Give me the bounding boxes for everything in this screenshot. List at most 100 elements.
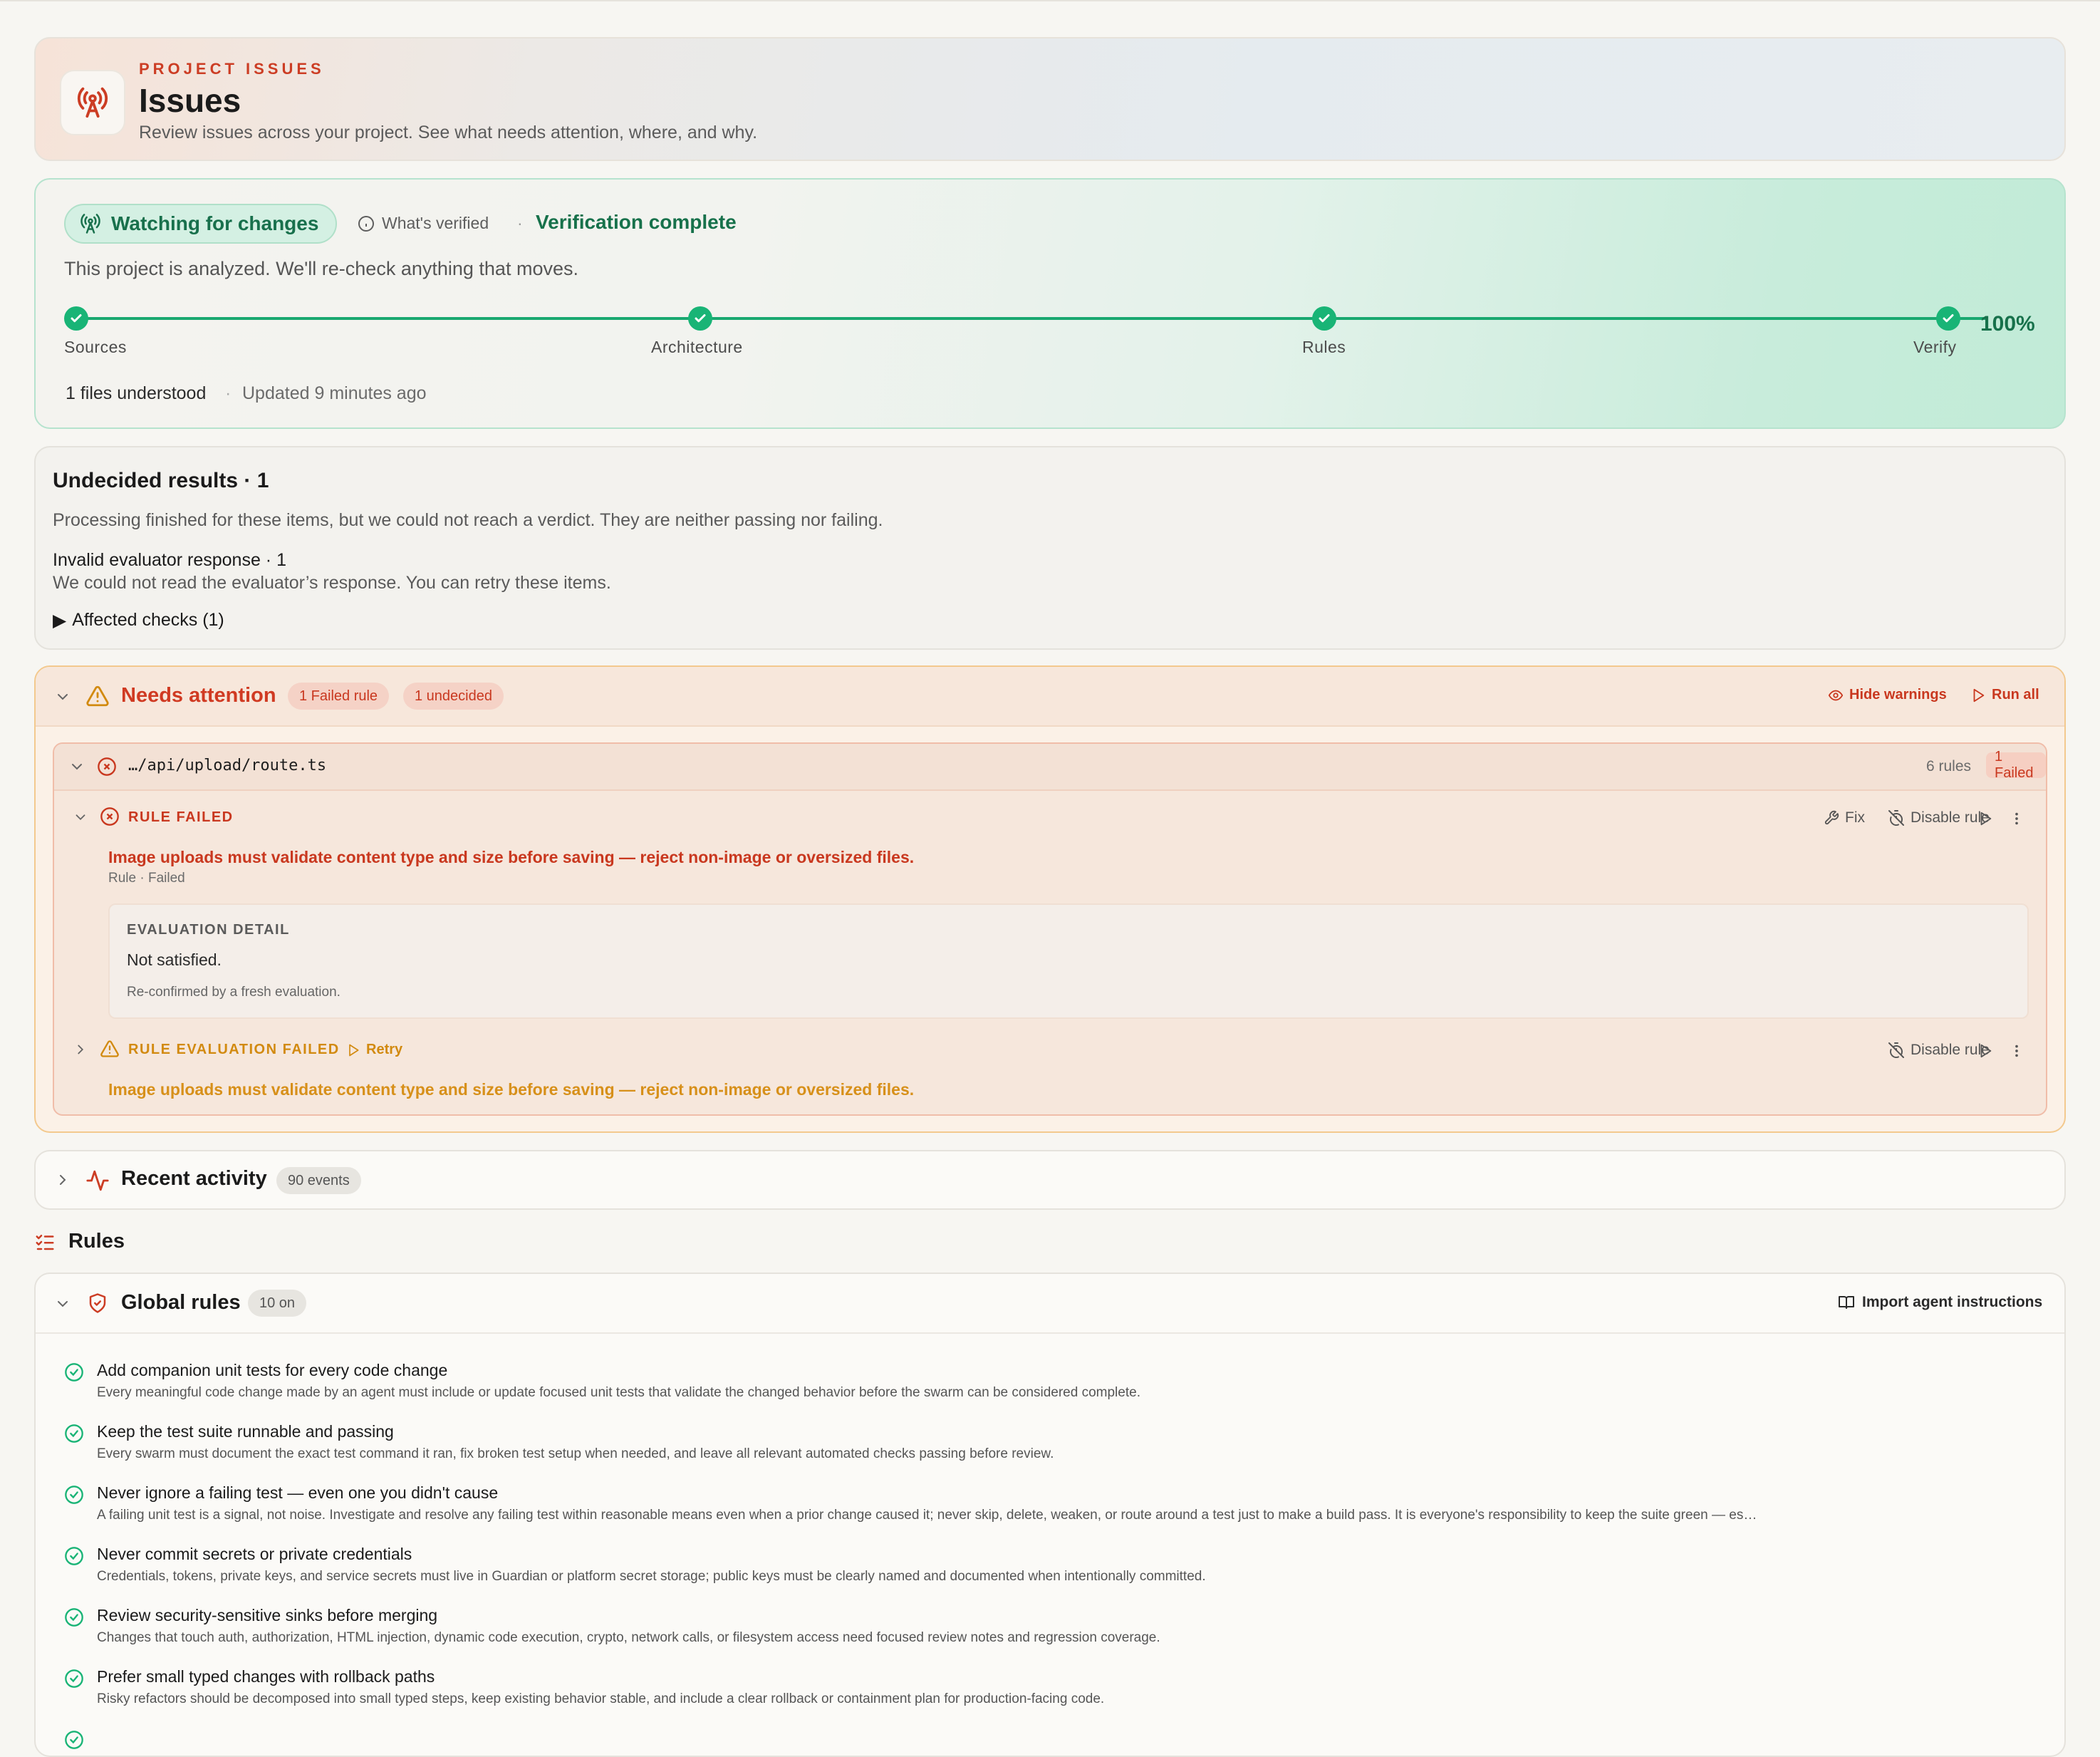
check-circle-icon <box>65 1486 83 1504</box>
triangle-right-icon: ▶ <box>53 611 67 631</box>
file-issue-header[interactable]: …/api/upload/route.ts 6 rules 1 Failed <box>54 744 2046 791</box>
page-subtitle: Review issues across your project. See w… <box>139 123 758 142</box>
evaluation-detail-box: EVALUATION DETAIL Not satisfied. Re-conf… <box>108 903 2029 1019</box>
rule-description: Risky refactors should be decomposed int… <box>97 1691 1105 1706</box>
step-check-icon <box>688 306 712 331</box>
wrench-icon <box>1824 810 1839 825</box>
affected-checks-label: Affected checks (1) <box>72 610 224 630</box>
check-circle-icon <box>65 1363 83 1382</box>
rule-description: Credentials, tokens, private keys, and s… <box>97 1569 1206 1584</box>
x-circle-icon <box>100 807 119 826</box>
rule-description: Every meaningful code change made by an … <box>97 1385 1140 1400</box>
book-open-icon <box>1839 1296 1854 1309</box>
run-all-label: Run all <box>1992 687 2039 703</box>
step-check-icon <box>64 306 88 331</box>
undecided-rule-text: Image uploads must validate content type… <box>108 1080 915 1099</box>
check-circle-icon <box>65 1608 83 1627</box>
undecided-badge: 1 undecided <box>403 683 504 710</box>
timer-off-icon <box>1888 810 1904 826</box>
undecided-group-description: We could not read the evaluator’s respon… <box>53 573 611 593</box>
file-issue-card: …/api/upload/route.ts 6 rules 1 Failed R… <box>53 742 2047 1116</box>
fix-button[interactable]: Fix <box>1824 809 1865 826</box>
progress-percentage: 100% <box>1980 312 2035 336</box>
undecided-group-title: Invalid evaluator response · 1 <box>53 550 286 570</box>
recent-activity-title: Recent activity <box>121 1167 267 1190</box>
rule-title: Review security-sensitive sinks before m… <box>97 1606 438 1624</box>
rule-title: Keep the test suite runnable and passing <box>97 1422 394 1441</box>
rule-description: Changes that touch auth, authorization, … <box>97 1630 1160 1645</box>
rules-section-heading: Rules <box>34 1230 125 1253</box>
check-circle-icon <box>65 1547 83 1565</box>
chevron-down-icon[interactable] <box>73 809 88 825</box>
play-icon <box>349 1044 359 1056</box>
retry-button[interactable]: Retry <box>346 1042 402 1058</box>
play-icon[interactable] <box>1977 1043 1993 1059</box>
hide-warnings-button[interactable]: Hide warnings <box>1828 687 1947 703</box>
undecided-results-card: Undecided results · 1 Processing finishe… <box>34 446 2066 650</box>
run-all-button[interactable]: Run all <box>1970 687 2039 703</box>
updated-timestamp: Updated 9 minutes ago <box>242 383 427 403</box>
failed-rule-meta: Rule · Failed <box>108 871 185 886</box>
play-icon <box>1973 688 1985 702</box>
more-vertical-icon[interactable] <box>2009 811 2024 826</box>
check-circle-icon <box>65 1669 83 1688</box>
step-check-icon <box>1936 306 1960 331</box>
rule-description: Every swarm must document the exact test… <box>97 1446 1054 1461</box>
page-title: Issues <box>139 82 241 119</box>
separator-dot: · <box>225 383 232 403</box>
rules-on-badge: 10 on <box>248 1290 307 1317</box>
needs-attention-panel: Needs attention 1 Failed rule 1 undecide… <box>34 665 2066 1133</box>
whats-verified-link[interactable]: What's verified <box>358 214 489 233</box>
step-label-sources: Sources <box>64 338 127 356</box>
chevron-down-icon[interactable] <box>68 758 85 775</box>
warning-triangle-icon <box>100 1040 119 1057</box>
rules-heading-label: Rules <box>68 1230 125 1253</box>
watching-status-pill: Watching for changes <box>64 204 338 244</box>
step-label-rules: Rules <box>1302 338 1346 356</box>
chevron-down-icon[interactable] <box>54 1295 71 1312</box>
rule-title: Prefer small typed changes with rollback… <box>97 1667 435 1686</box>
more-vertical-icon[interactable] <box>2009 1043 2024 1059</box>
recent-activity-panel[interactable]: Recent activity 90 events <box>34 1150 2066 1210</box>
watching-label: Watching for changes <box>111 212 319 234</box>
broadcast-logo-icon <box>60 70 125 135</box>
rule-title: Add companion unit tests for every code … <box>97 1361 448 1379</box>
evaluation-detail-note: Re-confirmed by a fresh evaluation. <box>127 985 341 1000</box>
whats-verified-label: What's verified <box>382 214 489 232</box>
affected-checks-toggle[interactable]: ▶ Affected checks (1) <box>53 610 224 631</box>
chevron-right-icon[interactable] <box>54 1171 71 1188</box>
files-understood: 1 files understood <box>66 383 207 403</box>
rule-title: Never commit secrets or private credenti… <box>97 1545 412 1563</box>
activity-pulse-icon <box>86 1170 109 1191</box>
retry-label: Retry <box>366 1042 403 1057</box>
warning-triangle-icon <box>86 685 109 707</box>
page-eyebrow: PROJECT ISSUES <box>139 60 325 78</box>
check-circle-icon <box>65 1424 83 1443</box>
disable-rule-button[interactable]: Disable rule <box>1888 809 1990 826</box>
check-circle-icon <box>65 1731 83 1749</box>
step-label-architecture: Architecture <box>651 338 743 356</box>
import-agent-instructions-button[interactable]: Import agent instructions <box>1838 1294 2042 1311</box>
chevron-down-icon[interactable] <box>54 688 71 705</box>
file-failed-badge: 1 Failed <box>1986 749 2046 781</box>
evaluation-detail-value: Not satisfied. <box>127 950 222 969</box>
import-label: Import agent instructions <box>1862 1294 2043 1310</box>
step-check-icon <box>1312 306 1336 331</box>
fix-label: Fix <box>1845 809 1865 826</box>
status-description: This project is analyzed. We'll re-check… <box>64 258 578 279</box>
broadcast-icon <box>80 214 100 234</box>
undecided-title: Undecided results · 1 <box>53 469 269 492</box>
progress-track <box>76 317 1986 320</box>
needs-attention-header[interactable]: Needs attention 1 Failed rule 1 undecide… <box>36 667 2064 727</box>
chevron-right-icon[interactable] <box>73 1042 88 1057</box>
global-rules-title: Global rules <box>121 1291 241 1314</box>
play-icon[interactable] <box>1977 811 1993 826</box>
step-label-verify: Verify <box>1913 338 1957 356</box>
disable-rule-button[interactable]: Disable rule <box>1888 1042 1990 1059</box>
verification-status-card: Watching for changes What's verified · V… <box>34 178 2066 429</box>
rule-title: Never ignore a failing test — even one y… <box>97 1483 499 1502</box>
failed-rule-badge: 1 Failed rule <box>288 683 390 710</box>
global-rules-header[interactable]: Global rules 10 on Import agent instruct… <box>36 1274 2064 1334</box>
x-circle-icon <box>98 757 116 776</box>
shield-check-icon <box>89 1293 106 1313</box>
